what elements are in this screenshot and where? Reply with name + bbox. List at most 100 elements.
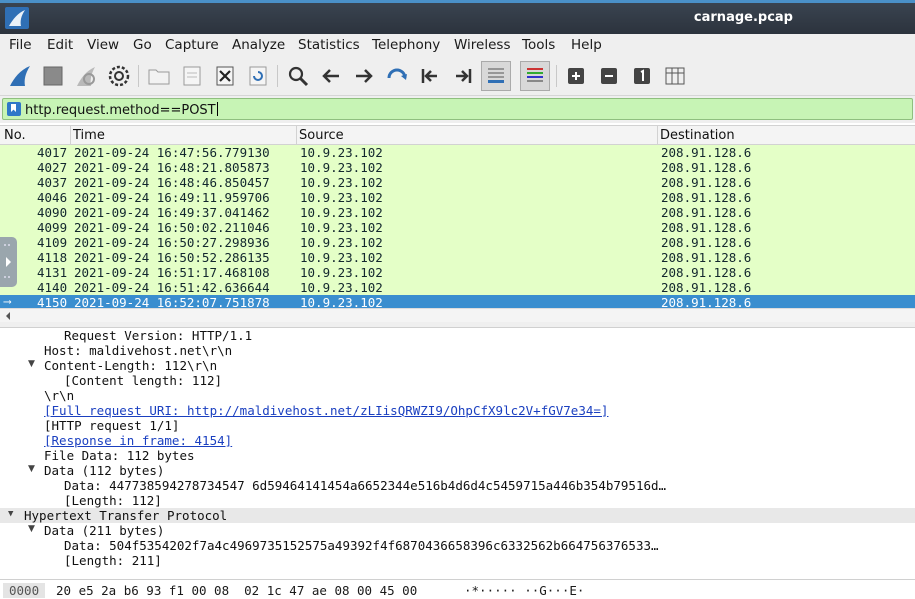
expand-arrow-icon[interactable]: ▼ — [8, 509, 18, 519]
packet-destination: 208.91.128.6 — [661, 265, 752, 280]
packet-row[interactable]: 4046 2021-09-24 16:49:11.959706 10.9.23.10… — [0, 190, 915, 205]
go-forward-icon[interactable] — [350, 62, 378, 90]
tree-item[interactable]: Data (112 bytes) — [44, 463, 164, 478]
expand-arrow-icon[interactable]: ▼ — [28, 464, 38, 474]
tree-item[interactable]: Data: 447738594278734547 6d59464141454a6… — [64, 478, 666, 493]
response-frame-link[interactable]: [Response in frame: 4154] — [44, 433, 232, 448]
tree-item[interactable]: \r\n — [44, 388, 74, 403]
packet-time: 2021-09-24 16:47:56.779130 — [74, 145, 270, 160]
side-panel-handle[interactable] — [0, 237, 17, 287]
menu-tools[interactable]: Tools — [522, 37, 555, 53]
open-folder-icon[interactable] — [145, 62, 173, 90]
packet-row[interactable]: 4017 2021-09-24 16:47:56.779130 10.9.23.10… — [0, 145, 915, 160]
menu-capture[interactable]: Capture — [165, 37, 219, 53]
reload-file-icon[interactable] — [244, 62, 272, 90]
bytes-offset[interactable]: 0000 — [3, 583, 46, 598]
packet-destination: 208.91.128.6 — [661, 175, 752, 190]
packet-row[interactable]: 4109 2021-09-24 16:50:27.298936 10.9.23.10… — [0, 235, 915, 250]
zoom-in-icon[interactable] — [562, 62, 590, 90]
full-request-uri-link[interactable]: [Full request URI: http://maldivehost.ne… — [44, 403, 608, 418]
display-filter-input[interactable]: http.request.method==POST — [2, 98, 913, 120]
column-divider[interactable] — [657, 126, 658, 145]
capture-options-gear-icon[interactable] — [105, 62, 133, 90]
bytes-ascii[interactable]: ·*····· ··G···E· — [464, 583, 584, 598]
packet-source: 10.9.23.102 — [300, 220, 383, 235]
tree-item[interactable]: Content-Length: 112\r\n — [44, 358, 217, 373]
find-packet-icon[interactable] — [284, 62, 312, 90]
display-filter-bar: http.request.method==POST — [0, 96, 915, 123]
packet-row[interactable]: 4037 2021-09-24 16:48:46.850457 10.9.23.10… — [0, 175, 915, 190]
menu-telephony[interactable]: Telephony — [372, 37, 440, 53]
column-divider[interactable] — [296, 126, 297, 145]
display-filter-text: http.request.method==POST — [25, 103, 216, 118]
packet-time: 2021-09-24 16:51:42.636644 — [74, 280, 270, 295]
tree-item[interactable]: [Length: 211] — [64, 553, 162, 568]
column-divider[interactable] — [70, 126, 71, 145]
tree-item[interactable]: [Content length: 112] — [64, 373, 222, 388]
menu-file[interactable]: File — [9, 37, 32, 53]
packet-no: 4027 — [37, 160, 68, 175]
packet-row-selected[interactable]: ⟶ 4150 2021-09-24 16:52:07.751878 10.9.23.1… — [0, 295, 915, 308]
packet-time: 2021-09-24 16:48:21.805873 — [74, 160, 270, 175]
resize-columns-icon[interactable] — [661, 62, 689, 90]
menu-edit[interactable]: Edit — [47, 37, 73, 53]
go-back-icon[interactable] — [317, 62, 345, 90]
tree-item[interactable]: Host: maldivehost.net\r\n — [44, 343, 232, 358]
shark-fin-start-icon[interactable] — [6, 62, 34, 90]
tree-item-protocol[interactable]: ▼ Hypertext Transfer Protocol — [0, 508, 915, 523]
stop-square-icon[interactable] — [39, 62, 67, 90]
scroll-left-icon[interactable] — [3, 310, 13, 322]
bookmark-icon[interactable] — [7, 102, 21, 116]
packet-no: 4046 — [37, 190, 68, 205]
expand-arrow-icon[interactable]: ▼ — [28, 359, 38, 369]
packet-row[interactable]: 4140 2021-09-24 16:51:42.636644 10.9.23.10… — [0, 280, 915, 295]
menu-analyze[interactable]: Analyze — [232, 37, 285, 53]
menu-view[interactable]: View — [87, 37, 119, 53]
packet-source: 10.9.23.102 — [300, 205, 383, 220]
first-packet-icon[interactable] — [416, 62, 444, 90]
save-file-icon[interactable] — [178, 62, 206, 90]
packet-row[interactable]: 4118 2021-09-24 16:50:52.286135 10.9.23.10… — [0, 250, 915, 265]
column-header-time[interactable]: Time — [73, 128, 105, 143]
column-header-destination[interactable]: Destination — [660, 128, 735, 143]
tree-item[interactable]: File Data: 112 bytes — [44, 448, 195, 463]
menu-wireless[interactable]: Wireless — [454, 37, 511, 53]
packet-list-hscrollbar[interactable] — [0, 308, 915, 322]
tree-item[interactable]: Data (211 bytes) — [44, 523, 164, 538]
packet-list: 4017 2021-09-24 16:47:56.779130 10.9.23.10… — [0, 145, 915, 308]
packet-row[interactable]: 4090 2021-09-24 16:49:37.041462 10.9.23.10… — [0, 205, 915, 220]
autoscroll-icon[interactable] — [481, 61, 511, 91]
packet-destination: 208.91.128.6 — [661, 145, 752, 160]
tree-item[interactable]: Request Version: HTTP/1.1 — [64, 328, 252, 343]
packet-row[interactable]: 4099 2021-09-24 16:50:02.211046 10.9.23.10… — [0, 220, 915, 235]
packet-row[interactable]: 4131 2021-09-24 16:51:17.468108 10.9.23.10… — [0, 265, 915, 280]
toolbar-separator — [556, 65, 557, 87]
menu-statistics[interactable]: Statistics — [298, 37, 360, 53]
menu-help[interactable]: Help — [571, 37, 602, 53]
menu-go[interactable]: Go — [133, 37, 152, 53]
go-to-packet-icon[interactable] — [383, 62, 411, 90]
packet-source: 10.9.23.102 — [300, 145, 383, 160]
tree-item[interactable]: [HTTP request 1/1] — [44, 418, 179, 433]
zoom-out-icon[interactable] — [595, 62, 623, 90]
packet-no: 4037 — [37, 175, 68, 190]
normal-size-icon[interactable] — [628, 62, 656, 90]
packet-destination: 208.91.128.6 — [661, 220, 752, 235]
selected-row-arrow-icon: ⟶ — [4, 295, 11, 308]
tree-item[interactable]: Data: 504f5354202f7a4c4969735152575a4939… — [64, 538, 659, 553]
close-file-icon[interactable] — [211, 62, 239, 90]
packet-time: 2021-09-24 16:51:17.468108 — [74, 265, 270, 280]
expand-arrow-icon[interactable]: ▼ — [28, 524, 38, 534]
packet-time: 2021-09-24 16:49:37.041462 — [74, 205, 270, 220]
packet-time: 2021-09-24 16:52:07.751878 — [74, 295, 270, 308]
colorize-icon[interactable] — [520, 61, 550, 91]
column-header-source[interactable]: Source — [299, 128, 344, 143]
packet-row[interactable]: 4027 2021-09-24 16:48:21.805873 10.9.23.10… — [0, 160, 915, 175]
restart-fin-icon[interactable] — [72, 62, 100, 90]
column-header-no[interactable]: No. — [4, 128, 26, 143]
last-packet-icon[interactable] — [449, 62, 477, 90]
packet-time: 2021-09-24 16:49:11.959706 — [74, 190, 270, 205]
packet-time: 2021-09-24 16:50:27.298936 — [74, 235, 270, 250]
tree-item[interactable]: [Length: 112] — [64, 493, 162, 508]
bytes-hex[interactable]: 20 e5 2a b6 93 f1 00 08 02 1c 47 ae 08 0… — [56, 583, 417, 598]
